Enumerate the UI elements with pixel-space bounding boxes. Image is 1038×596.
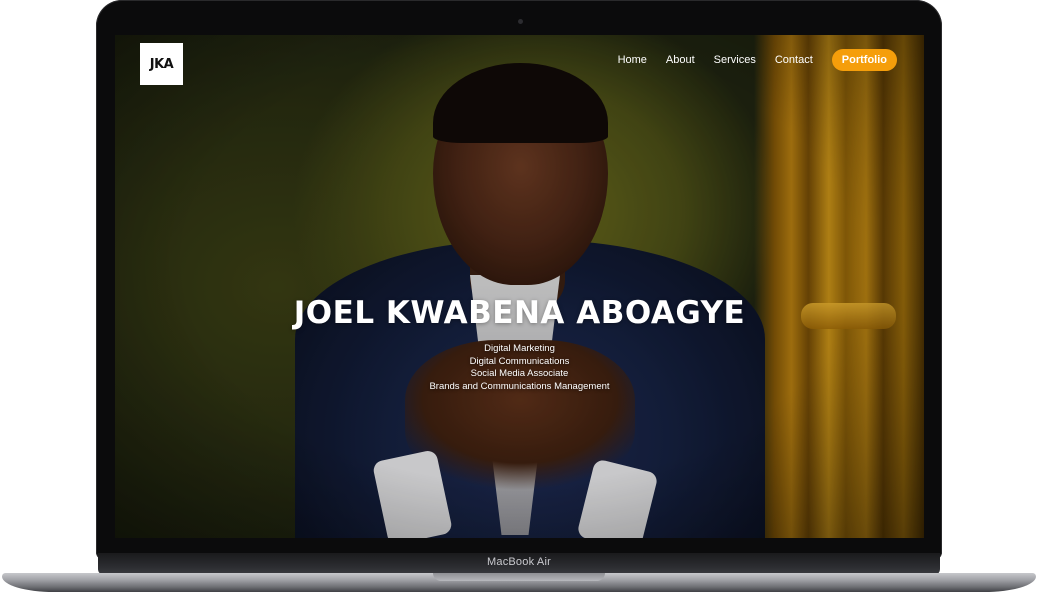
photo-overlay [115, 35, 924, 538]
nav-link-services[interactable]: Services [714, 54, 756, 66]
camera-icon [518, 19, 523, 24]
nav-link-contact[interactable]: Contact [775, 54, 813, 66]
role-item: Digital Communications [469, 355, 570, 367]
role-item: Brands and Communications Management [429, 380, 610, 392]
main-nav: Home About Services Contact Portfolio [618, 49, 897, 71]
logo-text: JKA [149, 56, 174, 72]
website-screen: JKA Home About Services Contact Portfoli… [115, 35, 924, 538]
nav-link-home[interactable]: Home [618, 54, 647, 66]
role-item: Social Media Associate [470, 368, 569, 379]
role-item: Digital Marketing [484, 343, 555, 354]
hero-roles-list: Digital Marketing Digital Communications… [115, 343, 924, 393]
laptop-opening-notch [433, 573, 605, 581]
nav-link-about[interactable]: About [666, 54, 695, 66]
device-label: MacBook Air [487, 556, 551, 568]
hero-name-heading: JOEL KWABENA ABOAGYE [293, 295, 746, 331]
portfolio-button[interactable]: Portfolio [831, 49, 897, 71]
site-logo[interactable]: JKA [140, 43, 183, 85]
